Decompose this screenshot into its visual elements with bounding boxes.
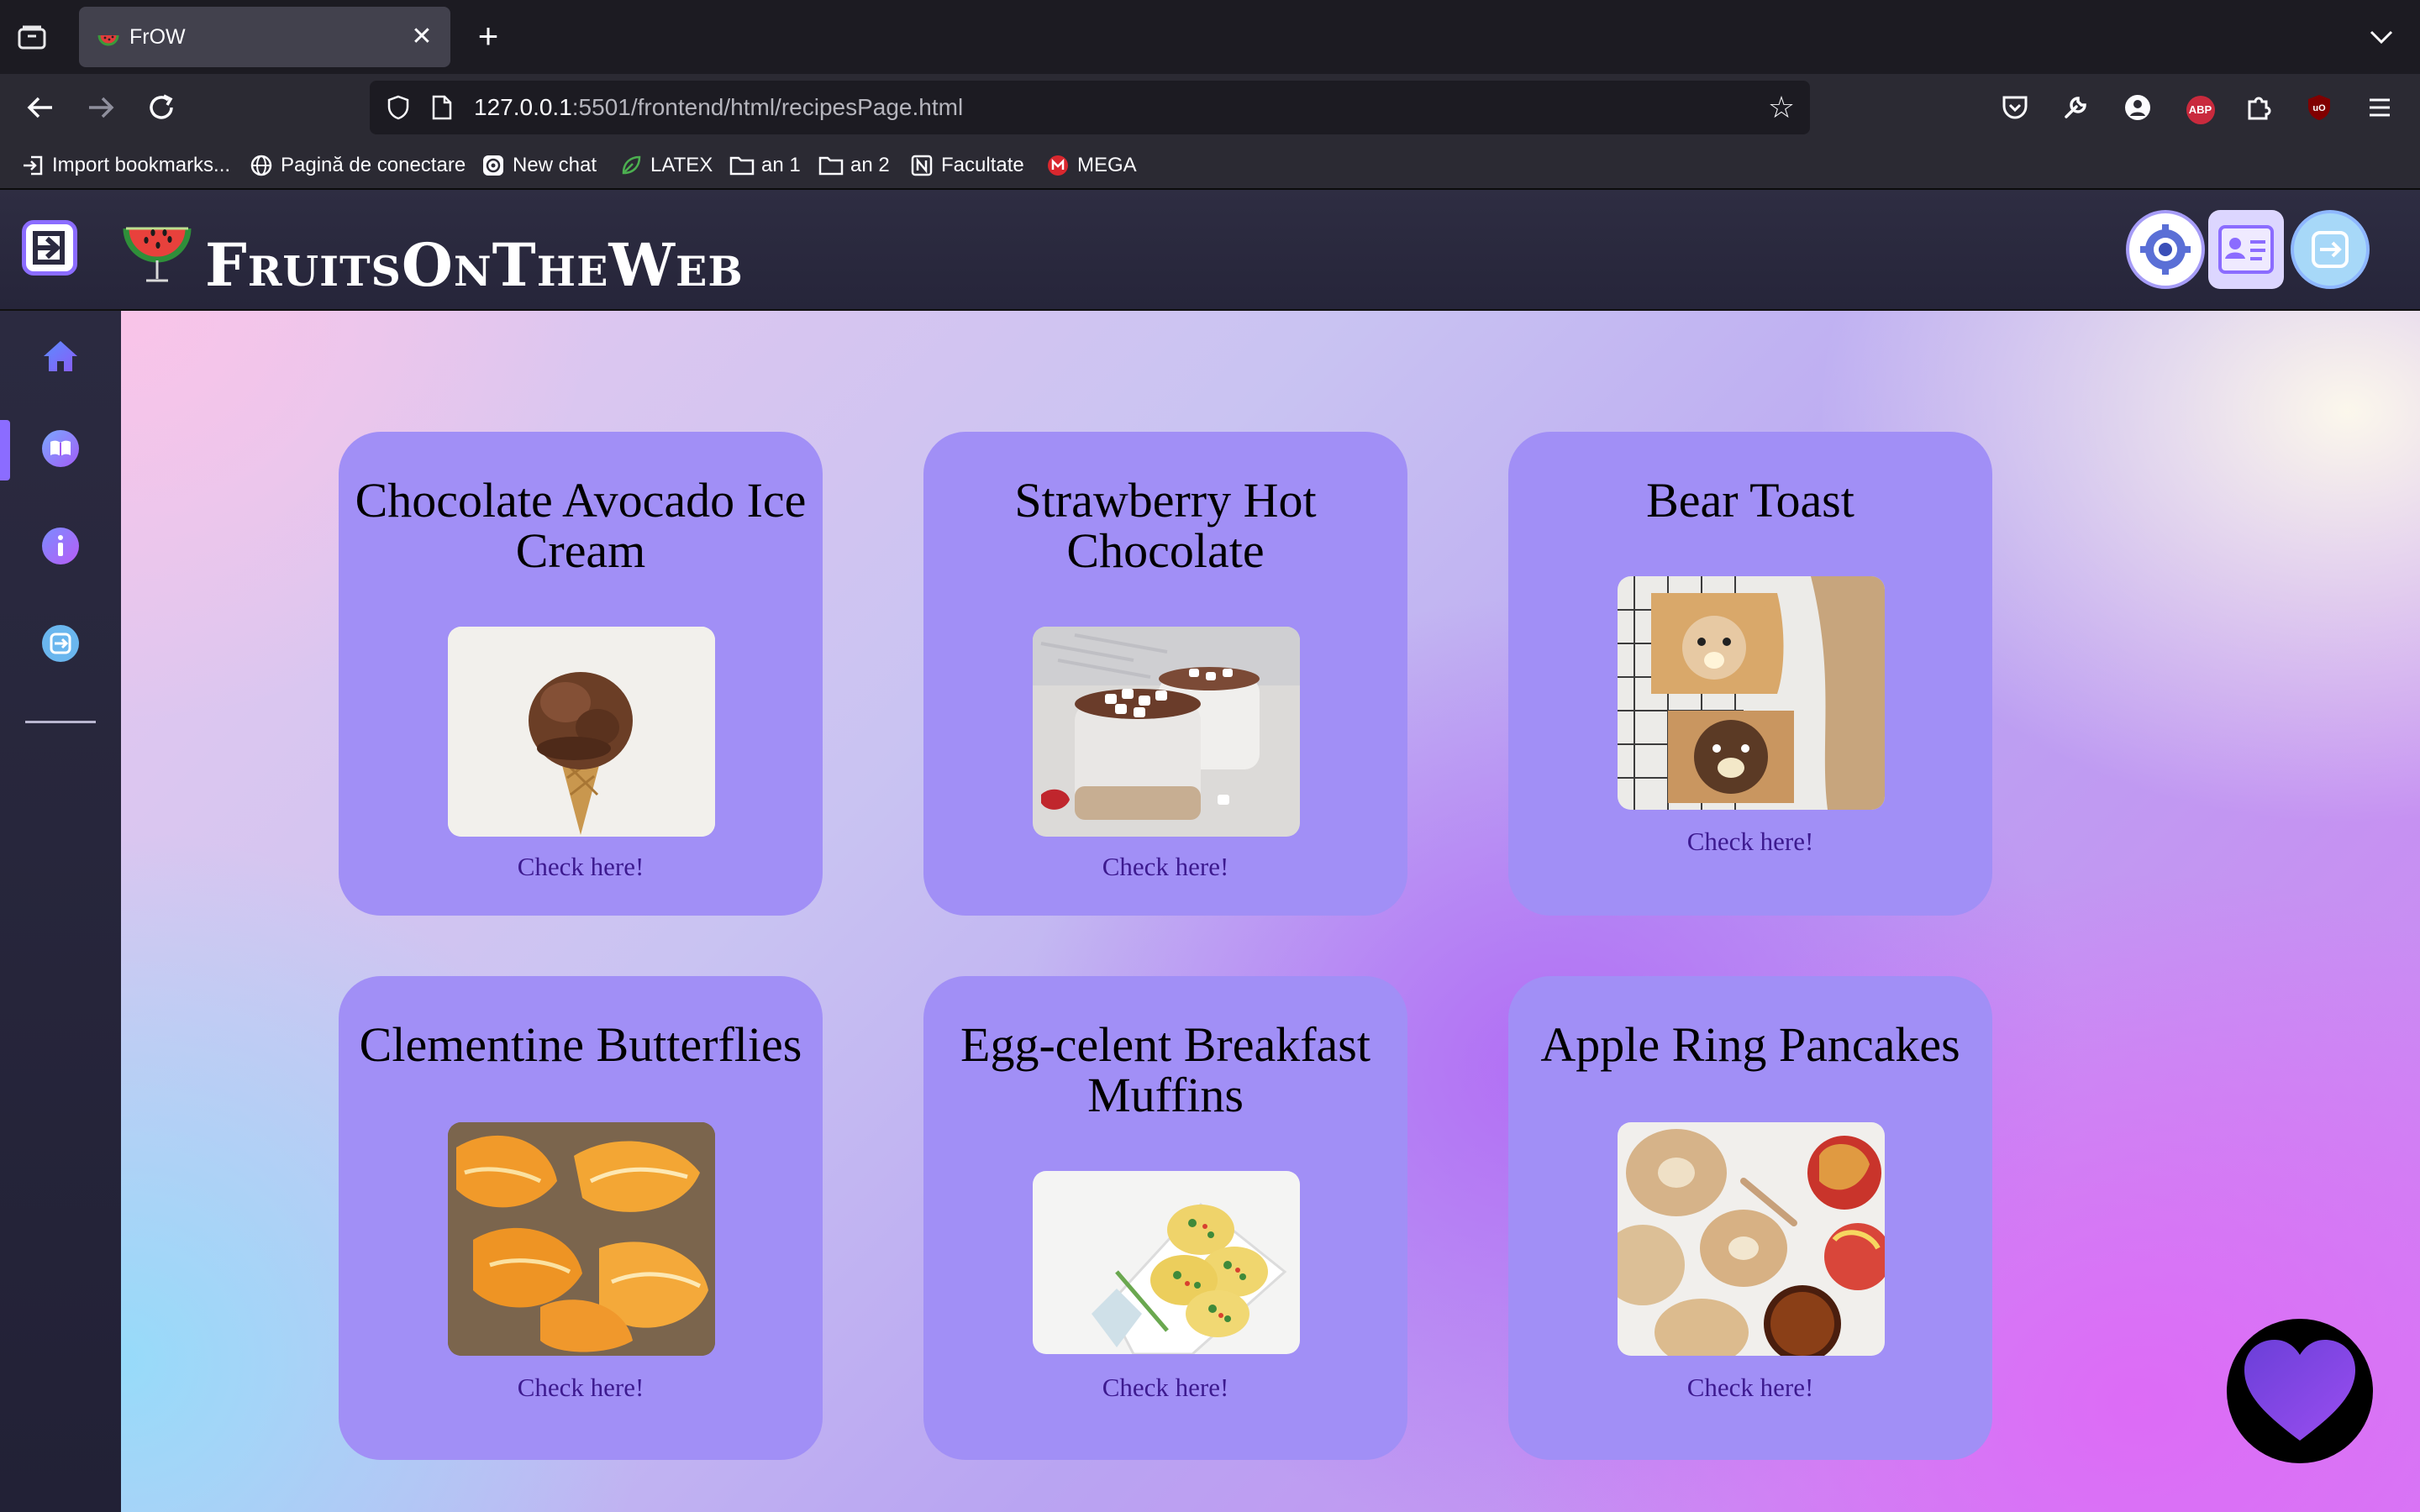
- url-text[interactable]: 127.0.0.1:5501/frontend/html/recipesPage…: [474, 94, 963, 121]
- forward-arrow-icon[interactable]: [81, 87, 121, 128]
- recipe-title: Bear Toast: [1646, 473, 1854, 528]
- home-icon: [40, 336, 81, 381]
- leaf-icon: [618, 153, 644, 178]
- bookmark-new-chat[interactable]: New chat: [481, 151, 597, 180]
- profile-card-button[interactable]: [2208, 210, 2284, 289]
- bookmark-label: MEGA: [1077, 154, 1137, 176]
- menu-hamburger-icon[interactable]: [2361, 89, 2398, 126]
- ublock-origin-icon[interactable]: uO: [2301, 89, 2338, 126]
- url-path: :5501/frontend/html/recipesPage.html: [571, 94, 964, 120]
- recipe-card[interactable]: Egg-celent Breakfast Muffins Check here!: [923, 976, 1407, 1460]
- notion-icon: [909, 153, 934, 178]
- bookmark-mega[interactable]: MEGA: [1045, 151, 1137, 180]
- sidebar-divider: [25, 721, 96, 723]
- svg-text:uO: uO: [2312, 103, 2326, 113]
- mega-icon: [1045, 153, 1071, 178]
- recipe-title: Chocolate Avocado Ice Cream: [355, 473, 807, 578]
- bookmark-connect-page[interactable]: Pagină de conectare: [249, 151, 466, 180]
- chatgpt-icon: [481, 153, 506, 178]
- url-bar[interactable]: 127.0.0.1:5501/frontend/html/recipesPage…: [370, 81, 1810, 134]
- recipe-image-chocolate-ice-cream[interactable]: [448, 627, 715, 837]
- account-icon[interactable]: [2119, 89, 2156, 126]
- new-tab-icon[interactable]: +: [471, 18, 506, 54]
- sidebar-item-logout[interactable]: [0, 612, 121, 679]
- favorites-heart-button[interactable]: [2227, 1319, 2373, 1463]
- bookmark-folder-an1[interactable]: an 1: [729, 151, 801, 180]
- recipe-image-egg-muffins[interactable]: [1033, 1171, 1300, 1354]
- sidebar-item-home[interactable]: [0, 324, 121, 391]
- recipe-title: Strawberry Hot Chocolate: [1014, 473, 1317, 578]
- info-icon: [40, 526, 81, 570]
- bookmarks-bar: Import bookmarks... Pagină de conectare …: [0, 141, 2420, 190]
- bookmark-latex[interactable]: LATEX: [618, 151, 713, 180]
- url-host: 127.0.0.1: [474, 94, 572, 120]
- browser-tab-active[interactable]: FrOW ✕: [79, 7, 450, 67]
- recipes-main-area: Chocolate Avocado Ice Cream Check here! …: [121, 311, 2420, 1512]
- recipe-image-clementine-butterflies[interactable]: [448, 1122, 715, 1356]
- reload-icon[interactable]: [141, 87, 182, 128]
- bookmark-star-icon[interactable]: ☆: [1765, 91, 1798, 124]
- recipe-card[interactable]: Clementine Butterflies Check here!: [339, 976, 823, 1460]
- folder-icon: [729, 153, 755, 178]
- site-sidebar: [0, 311, 121, 1512]
- recipe-card[interactable]: Chocolate Avocado Ice Cream Check here!: [339, 432, 823, 916]
- wrench-icon[interactable]: [2057, 89, 2094, 126]
- bookmark-label: New chat: [513, 154, 597, 176]
- recipe-card[interactable]: Apple Ring Pancakes Check here!: [1508, 976, 1992, 1460]
- bookmark-folder-an2[interactable]: an 2: [818, 151, 890, 180]
- chevron-down-icon[interactable]: [2365, 20, 2398, 54]
- bookmark-label: LATEX: [650, 154, 713, 176]
- bookmark-label: Facultate: [941, 154, 1024, 176]
- check-here-link[interactable]: Check here!: [923, 1373, 1407, 1403]
- check-here-link[interactable]: Check here!: [923, 852, 1407, 882]
- bookmark-label: Import bookmarks...: [52, 154, 231, 176]
- check-here-link[interactable]: Check here!: [1508, 1373, 1992, 1403]
- import-icon: [20, 153, 45, 178]
- browser-navigation-bar: 127.0.0.1:5501/frontend/html/recipesPage…: [0, 74, 2420, 141]
- check-here-link[interactable]: Check here!: [1508, 827, 1992, 857]
- check-here-link[interactable]: Check here!: [339, 852, 823, 882]
- bookmark-label: an 1: [761, 154, 801, 176]
- check-here-link[interactable]: Check here!: [339, 1373, 823, 1403]
- bookmark-facultate[interactable]: Facultate: [909, 151, 1024, 180]
- browser-tab-bar: FrOW ✕ +: [0, 0, 2420, 74]
- site-brand-title[interactable]: FruitsOnTheWeb: [205, 234, 744, 297]
- recipe-title: Clementine Butterflies: [359, 1017, 802, 1072]
- bookmark-import[interactable]: Import bookmarks...: [20, 151, 230, 180]
- settings-gear-button[interactable]: [2126, 210, 2205, 289]
- shield-icon[interactable]: [385, 94, 412, 121]
- recipe-card[interactable]: Strawberry Hot Chocolate Check here!: [923, 432, 1407, 916]
- extensions-puzzle-icon[interactable]: [2240, 89, 2277, 126]
- bookmark-label: an 2: [850, 154, 890, 176]
- recipe-title: Egg-celent Breakfast Muffins: [960, 1017, 1370, 1122]
- tab-list-icon[interactable]: [15, 22, 49, 52]
- pocket-icon[interactable]: [1996, 89, 2033, 126]
- close-tab-icon[interactable]: ✕: [407, 22, 437, 52]
- sidebar-item-info[interactable]: [0, 514, 121, 581]
- recipe-image-bear-toast[interactable]: [1618, 576, 1885, 810]
- recipes-book-icon: [40, 428, 81, 473]
- logout-button[interactable]: [2291, 210, 2370, 289]
- watermelon-logo-icon: [121, 210, 193, 286]
- recipe-title: Apple Ring Pancakes: [1540, 1017, 1960, 1072]
- sidebar-item-recipes[interactable]: [0, 417, 121, 484]
- back-arrow-icon[interactable]: [20, 87, 60, 128]
- globe-icon: [249, 153, 274, 178]
- site-header: FruitsOnTheWeb: [0, 190, 2420, 311]
- bookmark-label: Pagină de conectare: [281, 154, 466, 176]
- watermelon-favicon-icon: [97, 27, 119, 49]
- adblock-plus-icon[interactable]: ABP: [2180, 89, 2217, 126]
- recipe-image-hot-chocolate[interactable]: [1033, 627, 1300, 837]
- folder-icon: [818, 153, 844, 178]
- sidebar-toggle-logo-icon[interactable]: [22, 220, 77, 276]
- page-icon: [430, 94, 454, 121]
- logout-icon: [40, 623, 81, 668]
- tab-title: FrOW: [129, 25, 186, 49]
- recipe-card[interactable]: Bear Toast Check here!: [1508, 432, 1992, 916]
- heart-icon: [2244, 1340, 2355, 1441]
- recipe-image-apple-ring-pancakes[interactable]: [1618, 1122, 1885, 1356]
